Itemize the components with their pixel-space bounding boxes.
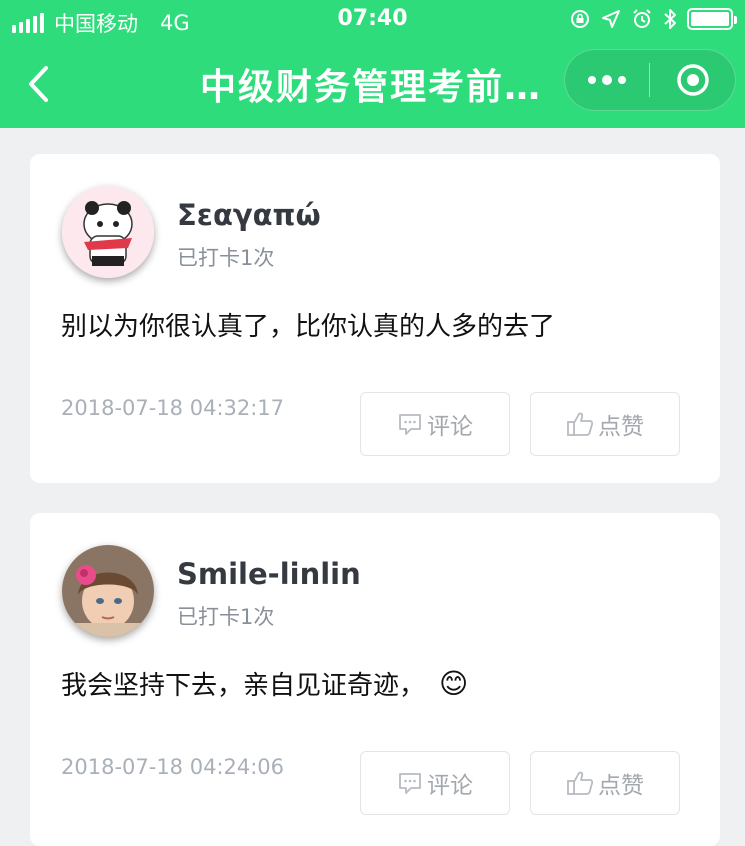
more-dots-icon [602,75,612,85]
comment-button[interactable]: 评论 [360,751,510,815]
thumbs-up-icon [567,412,594,436]
panda-girl-avatar-icon [62,186,154,278]
more-dots-icon [618,76,626,84]
more-button[interactable] [565,49,649,111]
post-content: 我会坚持下去，亲自见证奇迹， 😊 [61,665,468,702]
header: 中国移动 4G 07:40 中级财务管理考前… [0,0,745,128]
bluetooth-icon [664,9,676,29]
post-card: Σεαγαπώ 已打卡1次 别以为你很认真了，比你认真的人多的去了 2018-0… [30,154,720,483]
avatar[interactable] [62,545,154,637]
username[interactable]: Smile-linlin [177,557,361,591]
avatar[interactable] [62,186,154,278]
post-card: Smile-linlin 已打卡1次 我会坚持下去，亲自见证奇迹， 😊 2018… [30,513,720,846]
battery-fill [691,12,729,26]
alarm-icon [633,9,651,28]
smile-emoji: 😊 [439,667,469,700]
back-button[interactable] [18,62,58,106]
like-button[interactable]: 点赞 [530,751,680,815]
comment-label: 评论 [427,773,473,799]
like-label: 点赞 [598,414,644,440]
location-icon [602,10,620,28]
comment-button[interactable]: 评论 [360,392,510,456]
nav-bar: 中级财务管理考前… [0,40,745,128]
close-button[interactable] [650,49,735,111]
battery-icon [687,8,737,30]
timestamp: 2018-07-18 04:24:06 [61,755,285,779]
checkin-count: 已打卡1次 [177,605,275,629]
chevron-left-icon [29,66,48,102]
comment-icon [399,414,421,435]
comment-icon [399,773,421,794]
comment-label: 评论 [427,414,473,440]
status-bar: 中国移动 4G 07:40 [0,0,745,40]
child-photo-avatar-icon [62,545,154,637]
more-dots-icon [588,76,596,84]
mini-program-capsule [564,49,736,111]
timestamp: 2018-07-18 04:32:17 [61,396,285,420]
checkin-count: 已打卡1次 [177,246,275,270]
status-right [569,8,737,30]
page-title: 中级财务管理考前… [200,67,543,108]
target-close-icon [676,64,709,96]
thumbs-up-icon [567,771,594,795]
like-label: 点赞 [598,773,644,799]
post-text: 我会坚持下去，亲自见证奇迹， [61,671,426,701]
username[interactable]: Σεαγαπώ [177,198,321,232]
like-button[interactable]: 点赞 [530,392,680,456]
post-content: 别以为你很认真了，比你认真的人多的去了 [61,312,556,342]
rotation-lock-icon [571,10,589,28]
